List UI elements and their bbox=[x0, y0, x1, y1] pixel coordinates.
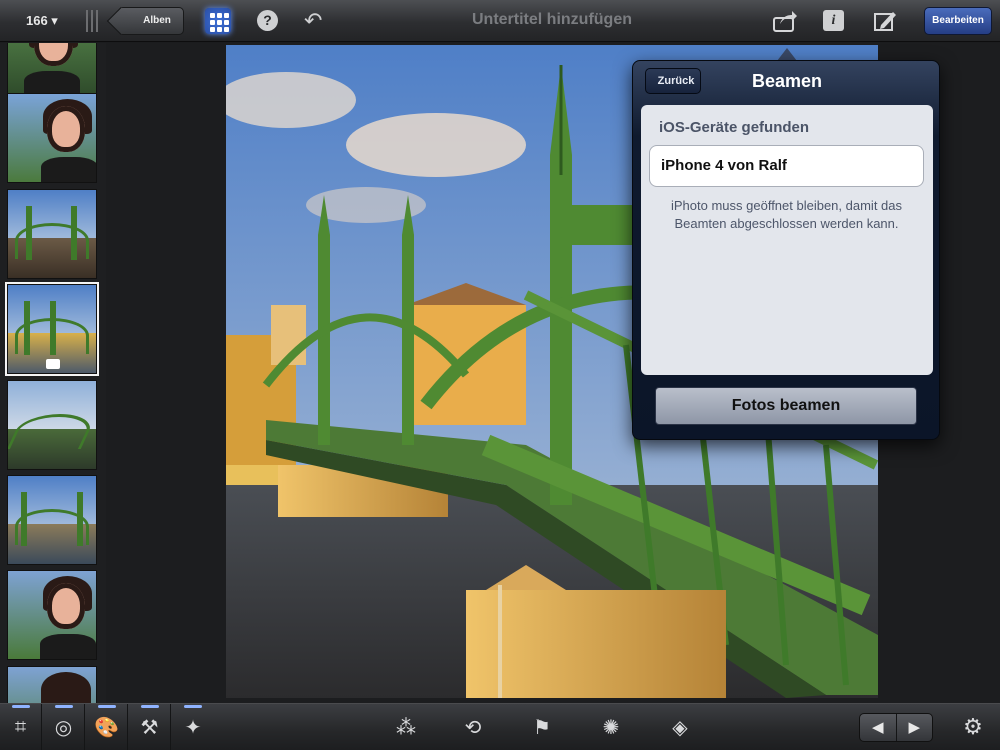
color-tool-button[interactable]: 🎨 bbox=[86, 704, 128, 750]
thumbnail-hair bbox=[41, 672, 91, 703]
exposure-icon: ◎ bbox=[54, 717, 73, 739]
beam-popover: Zurück Beamen iOS-Geräte gefunden iPhone… bbox=[632, 60, 940, 440]
sidebar-resize-grip-icon[interactable] bbox=[86, 10, 98, 32]
auto-enhance-button[interactable]: ⁂ bbox=[385, 704, 427, 750]
journal-edit-icon bbox=[874, 12, 896, 31]
info-button[interactable]: i bbox=[823, 10, 844, 31]
favorite-button[interactable]: ✺ bbox=[590, 704, 632, 750]
tag-button[interactable]: ◈ bbox=[659, 704, 701, 750]
rotate-button[interactable]: ⟲ bbox=[452, 704, 494, 750]
effects-icon: ✦ bbox=[184, 717, 202, 739]
tool-indicator bbox=[184, 705, 202, 708]
tool-indicator bbox=[98, 705, 116, 708]
thumbnail-tower bbox=[76, 491, 83, 547]
thumbnail-bridge[interactable] bbox=[7, 189, 97, 279]
grid-icon bbox=[210, 20, 215, 25]
devices-found-heading: iOS-Geräte gefunden bbox=[659, 119, 810, 136]
thumbnail-body bbox=[39, 634, 96, 659]
grid-icon bbox=[217, 13, 222, 18]
favorite-rosette-icon: ✺ bbox=[602, 717, 620, 739]
thumbnail-tower bbox=[23, 300, 30, 356]
thumbnail-tower bbox=[25, 205, 32, 261]
thumbnail-portrait[interactable] bbox=[7, 666, 97, 703]
thumbnail-tower bbox=[50, 300, 57, 356]
thumbnail-bridge[interactable] bbox=[7, 475, 97, 565]
thumbnail-face bbox=[46, 583, 86, 630]
grid-icon bbox=[224, 13, 229, 18]
edit-button[interactable]: Bearbeiten bbox=[924, 7, 992, 35]
crop-icon: ⌗ bbox=[14, 716, 27, 738]
share-button[interactable] bbox=[772, 9, 798, 33]
exposure-tool-button[interactable]: ◎ bbox=[43, 704, 85, 750]
help-button[interactable]: ? bbox=[257, 10, 278, 31]
tag-icon: ◈ bbox=[672, 717, 688, 739]
bottom-toolbar: ⌗ ◎ 🎨 ⚒ ✦ ⁂ ⟲ ⚑ ✺ ◈ ◀ ▶ ⚙ bbox=[0, 703, 1000, 750]
grid-icon bbox=[224, 27, 229, 32]
beam-info-note: iPhoto muss geöffnet bleiben, damit das … bbox=[670, 198, 903, 231]
grid-icon bbox=[217, 20, 222, 25]
previous-photo-button[interactable]: ◀ bbox=[860, 714, 897, 741]
grid-icon bbox=[210, 27, 215, 32]
thumbnail-face bbox=[46, 106, 86, 153]
edited-badge-icon bbox=[46, 359, 60, 369]
popover-content-panel: iOS-Geräte gefunden iPhone 4 von Ralf iP… bbox=[641, 105, 933, 375]
device-list-item[interactable]: iPhone 4 von Ralf bbox=[649, 145, 924, 187]
photo-count-menu[interactable]: 166 ▾ bbox=[26, 0, 58, 42]
tool-indicator bbox=[141, 705, 159, 708]
tool-indicator bbox=[12, 705, 30, 708]
thumbnail-body bbox=[41, 157, 96, 182]
thumbnail-bridge[interactable] bbox=[7, 380, 97, 470]
thumbnail-tower bbox=[71, 205, 78, 261]
popover-title: Beamen bbox=[751, 71, 823, 91]
thumbnail-sidebar[interactable] bbox=[0, 43, 106, 703]
journal-button[interactable] bbox=[873, 9, 897, 33]
magic-wand-icon: ⁂ bbox=[396, 717, 416, 739]
brushes-tool-button[interactable]: ⚒ bbox=[129, 704, 171, 750]
tool-indicator bbox=[55, 705, 73, 708]
flag-icon: ⚑ bbox=[533, 717, 551, 739]
thumbnail-tower bbox=[21, 491, 28, 547]
settings-button[interactable]: ⚙ bbox=[960, 714, 986, 740]
beam-photos-button[interactable]: Fotos beamen bbox=[655, 387, 917, 425]
grid-icon bbox=[224, 20, 229, 25]
undo-button[interactable]: ↶ bbox=[304, 10, 328, 32]
flag-button[interactable]: ⚑ bbox=[521, 704, 563, 750]
share-icon bbox=[773, 11, 797, 32]
thumbnail-portrait[interactable] bbox=[7, 570, 97, 660]
grid-icon bbox=[217, 27, 222, 32]
brushes-icon: ⚒ bbox=[140, 717, 159, 739]
top-toolbar: 166 ▾ Alben ? ↶ Untertitel hinzufügen i … bbox=[0, 0, 1000, 42]
gear-icon: ⚙ bbox=[963, 714, 983, 739]
thumbnail-portrait[interactable] bbox=[7, 43, 97, 97]
color-palette-icon: 🎨 bbox=[94, 717, 119, 739]
effects-tool-button[interactable]: ✦ bbox=[172, 704, 214, 750]
thumbnail-bridge-selected[interactable] bbox=[5, 282, 99, 376]
photo-navigation: ◀ ▶ bbox=[859, 713, 933, 742]
albums-back-button[interactable]: Alben bbox=[118, 7, 184, 35]
next-photo-button[interactable]: ▶ bbox=[897, 714, 933, 741]
thumbnail-portrait[interactable] bbox=[7, 93, 97, 183]
rotate-icon: ⟲ bbox=[464, 717, 482, 739]
caption-field[interactable]: Untertitel hinzufügen bbox=[420, 0, 684, 42]
crop-tool-button[interactable]: ⌗ bbox=[0, 704, 42, 750]
popover-back-button[interactable]: Zurück bbox=[645, 68, 701, 94]
grid-view-button[interactable] bbox=[205, 8, 231, 34]
grid-icon bbox=[210, 13, 215, 18]
